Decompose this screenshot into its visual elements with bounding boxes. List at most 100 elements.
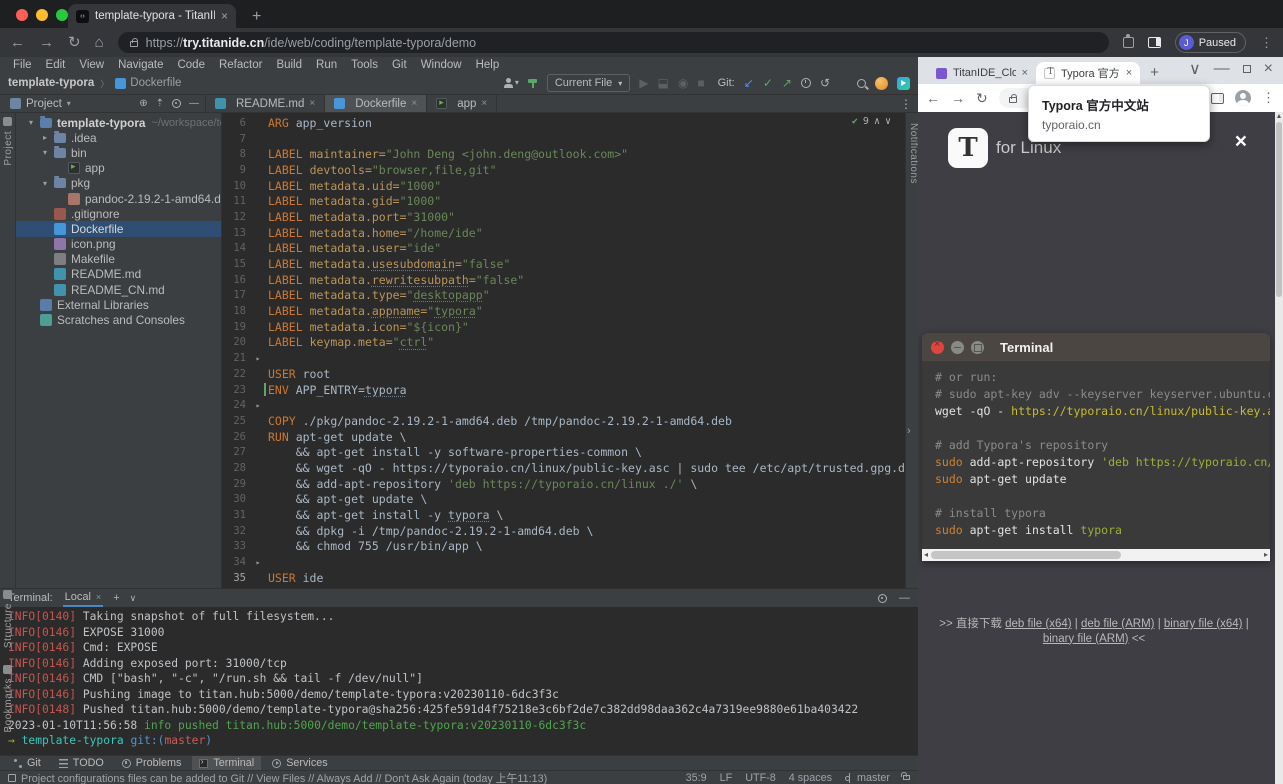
- locate-file-icon[interactable]: ⊕: [139, 98, 147, 109]
- back-icon[interactable]: ←: [10, 35, 25, 50]
- expanded-chevron-icon[interactable]: ▾: [29, 118, 40, 127]
- code-line-21[interactable]: 21 ▸: [222, 350, 905, 366]
- page-vscrollbar[interactable]: [1275, 112, 1283, 784]
- terminal-output[interactable]: INFO[0140] Taking snapshot of full files…: [0, 607, 918, 755]
- tree-item-makefile[interactable]: Makefile: [16, 252, 221, 267]
- indent-style[interactable]: 4 spaces: [789, 772, 832, 784]
- terminal-minimize-icon[interactable]: [951, 340, 964, 354]
- collapse-all-icon[interactable]: ⇡: [156, 98, 164, 109]
- menu-view[interactable]: View: [72, 59, 111, 71]
- menu-navigate[interactable]: Navigate: [111, 59, 170, 71]
- structure-stripe-label[interactable]: Structure: [3, 603, 14, 648]
- hscroll-thumb[interactable]: [931, 551, 1121, 559]
- code-line-8[interactable]: 8 LABEL maintainer="John Deng <john.deng@…: [222, 146, 905, 162]
- preview-profile-icon[interactable]: [1235, 90, 1251, 106]
- git-update-icon[interactable]: ↙: [744, 77, 754, 89]
- code-line-25[interactable]: 25 COPY ./pkg/pandoc-2.19.2-1-amd64.deb /…: [222, 413, 905, 429]
- tree-item-template-typora[interactable]: ▾ template-typora ~/workspace/templa: [16, 115, 221, 130]
- terminal-dropdown-icon[interactable]: ∨: [130, 593, 137, 604]
- code-line-33[interactable]: 33 && chmod 755 /usr/bin/app \: [222, 539, 905, 555]
- git-push-icon[interactable]: ↗: [782, 77, 792, 89]
- close-preview-tab-icon[interactable]: ×: [1022, 67, 1028, 79]
- code-line-12[interactable]: 12 LABEL metadata.port="31000": [222, 209, 905, 225]
- download-link-deb-file-arm[interactable]: deb file (ARM): [1081, 618, 1155, 630]
- close-preview-tab-icon[interactable]: ×: [1126, 67, 1132, 79]
- tree-item-bin[interactable]: ▾ bin: [16, 145, 221, 160]
- tree-item-app[interactable]: app: [16, 161, 221, 176]
- history-icon[interactable]: [800, 78, 811, 88]
- close-editor-tab-icon[interactable]: ×: [481, 98, 487, 109]
- minimize-terminal-icon[interactable]: —: [899, 592, 910, 604]
- tab-search-chevron-icon[interactable]: ∨: [1189, 59, 1201, 79]
- editor-tab-app[interactable]: app ×: [427, 95, 498, 112]
- editor-tab-readme-md[interactable]: README.md ×: [206, 95, 326, 112]
- tree-item-pandoc-2-19-2-1-amd64-deb[interactable]: pandoc-2.19.2-1-amd64.deb: [16, 191, 221, 206]
- project-stripe-label[interactable]: Project: [3, 131, 14, 166]
- browser-tab[interactable]: ‹› template-typora - TitanIDE ×: [68, 4, 236, 28]
- code-line-23[interactable]: 23 ENV APP_ENTRY=typora: [222, 382, 905, 398]
- code-line-15[interactable]: 15 LABEL metadata.usesubdomain="false": [222, 256, 905, 272]
- terminal-settings-icon[interactable]: [878, 593, 887, 603]
- preview-menu-icon[interactable]: ⋮: [1262, 90, 1275, 106]
- event-log-icon[interactable]: [8, 773, 16, 782]
- close-terminal-tab-icon[interactable]: ×: [96, 592, 101, 602]
- tree-item-pkg[interactable]: ▾ pkg: [16, 176, 221, 191]
- menu-refactor[interactable]: Refactor: [212, 59, 269, 71]
- expanded-chevron-icon[interactable]: ▾: [43, 148, 54, 157]
- user-menu-button[interactable]: ▾: [503, 78, 519, 88]
- fold-marker-icon[interactable]: ▸: [252, 401, 264, 410]
- profiler-icon[interactable]: ◉: [678, 77, 688, 89]
- git-commit-icon[interactable]: ✓: [763, 77, 773, 89]
- code-line-29[interactable]: 29 && add-apt-repository 'deb https://ty…: [222, 476, 905, 492]
- side-panel-icon[interactable]: [1147, 37, 1161, 48]
- close-editor-tab-icon[interactable]: ×: [411, 98, 417, 109]
- close-tab-icon[interactable]: ×: [221, 9, 228, 23]
- menu-code[interactable]: Code: [170, 59, 212, 71]
- project-panel-header[interactable]: Project ▾ ⊕ ⇡ —: [0, 95, 206, 112]
- toolwindow-tab-git[interactable]: Git: [6, 756, 48, 771]
- scroll-left-icon[interactable]: ◂: [924, 549, 928, 561]
- code-line-22[interactable]: 22 USER root: [222, 366, 905, 382]
- preview-reload-icon[interactable]: ↻: [976, 90, 988, 107]
- expanded-chevron-icon[interactable]: ▾: [43, 179, 54, 188]
- minimize-window-button[interactable]: [36, 9, 48, 21]
- profile-paused-button[interactable]: J Paused: [1174, 32, 1246, 53]
- scroll-right-icon[interactable]: ▸: [1264, 549, 1268, 561]
- download-link-deb-file-x64[interactable]: deb file (x64): [1005, 618, 1071, 630]
- preview-restore-icon[interactable]: [1242, 65, 1251, 73]
- code-line-10[interactable]: 10 LABEL metadata.uid="1000": [222, 178, 905, 194]
- page-terminal-hscrollbar[interactable]: ◂ ▸: [922, 549, 1270, 561]
- menu-git[interactable]: Git: [385, 59, 414, 71]
- project-stripe-icon[interactable]: [3, 117, 12, 126]
- toolwindow-tab-problems[interactable]: Problems: [115, 756, 189, 771]
- git-branch-widget[interactable]: master: [845, 772, 890, 784]
- address-bar[interactable]: https://try.titanide.cn/ide/web/coding/t…: [117, 32, 1109, 53]
- code-line-18[interactable]: 18 LABEL metadata.appname="typora": [222, 303, 905, 319]
- file-encoding[interactable]: UTF-8: [745, 772, 776, 784]
- home-icon[interactable]: ⌂: [95, 35, 104, 50]
- code-line-32[interactable]: 32 && dpkg -i /tmp/pandoc-2.19.2-1-amd64…: [222, 523, 905, 539]
- preview-forward-icon[interactable]: →: [951, 90, 965, 106]
- bookmarks-stripe-label[interactable]: Bookmarks: [3, 678, 14, 733]
- run-configuration-select[interactable]: Current File ▾: [546, 74, 631, 92]
- debug-icon[interactable]: ⬓: [658, 77, 669, 89]
- panel-settings-icon[interactable]: [172, 99, 181, 108]
- structure-stripe-icon[interactable]: [3, 590, 12, 599]
- code-line-7[interactable]: 7: [222, 131, 905, 147]
- menu-tools[interactable]: Tools: [344, 59, 385, 71]
- inspection-widget[interactable]: ✔ 9 ∧ ∨: [852, 116, 891, 127]
- titanide-assistant-icon[interactable]: [897, 76, 910, 90]
- caret-position[interactable]: 35:9: [686, 772, 707, 784]
- tree-item-dockerfile[interactable]: Dockerfile: [16, 221, 221, 237]
- preview-new-tab-button[interactable]: +: [1150, 64, 1159, 81]
- toolwindow-tab-todo[interactable]: TODO: [52, 756, 111, 771]
- status-message[interactable]: Project configurations files can be adde…: [21, 770, 547, 784]
- terminal-tab-local[interactable]: Local ×: [62, 589, 104, 607]
- update-notification-icon[interactable]: [875, 76, 888, 90]
- code-line-16[interactable]: 16 LABEL metadata.rewritesubpath="false": [222, 272, 905, 288]
- menu-file[interactable]: File: [6, 59, 39, 71]
- page-close-icon[interactable]: ×: [1235, 130, 1247, 154]
- tree-item-idea[interactable]: ▸ .idea: [16, 130, 221, 145]
- tree-item-readme-md[interactable]: README.md: [16, 267, 221, 282]
- code-line-28[interactable]: 28 && wget -qO - https://typoraio.cn/lin…: [222, 460, 905, 476]
